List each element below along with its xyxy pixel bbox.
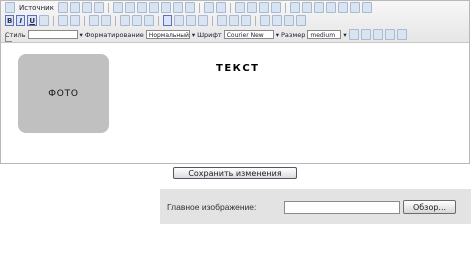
- paste-icon[interactable]: [136, 2, 147, 13]
- editor-toolbar: Источник B I U Стиль ▾ Форматирование Но…: [1, 1, 469, 43]
- button-field-icon[interactable]: [361, 2, 372, 13]
- separator: [255, 15, 257, 26]
- table-icon[interactable]: [272, 15, 283, 26]
- anchor-icon[interactable]: [241, 15, 252, 26]
- bg-color-icon[interactable]: [360, 29, 371, 40]
- strikethrough-icon[interactable]: [39, 15, 50, 26]
- radio-icon[interactable]: [313, 2, 324, 13]
- toolbar-row-2: B I U: [5, 14, 307, 27]
- main-image-file-input[interactable]: [284, 201, 400, 214]
- blockquote-icon[interactable]: [144, 15, 155, 26]
- size-label: Размер: [281, 30, 306, 39]
- chevron-down-icon[interactable]: ▾: [192, 31, 195, 39]
- bulleted-list-icon[interactable]: [101, 15, 112, 26]
- redo-icon[interactable]: [215, 2, 226, 13]
- link-icon[interactable]: [217, 15, 228, 26]
- toolbar-row-3: Стиль ▾ Форматирование Нормальный ▾ Шриф…: [5, 28, 407, 41]
- unlink-icon[interactable]: [229, 15, 240, 26]
- save-doc-icon[interactable]: [57, 2, 68, 13]
- templates-icon[interactable]: [93, 2, 104, 13]
- align-left-icon[interactable]: [163, 15, 173, 26]
- numbered-list-icon[interactable]: [89, 15, 100, 26]
- separator: [158, 15, 160, 26]
- separator: [284, 2, 286, 13]
- separator: [212, 15, 214, 26]
- size-select[interactable]: medium: [307, 30, 342, 39]
- main-image-upload-bar: Главное изображение: Обзор...: [160, 189, 471, 224]
- photo-placeholder: ФОТО: [18, 54, 109, 133]
- font-select[interactable]: Courier New: [223, 30, 274, 39]
- separator: [229, 2, 231, 13]
- chevron-down-icon[interactable]: ▾: [343, 31, 346, 39]
- style-select[interactable]: [27, 30, 78, 39]
- replace-icon[interactable]: [246, 2, 257, 13]
- new-page-icon[interactable]: [69, 2, 80, 13]
- superscript-icon[interactable]: [70, 15, 81, 26]
- save-changes-button[interactable]: Сохранить изменения: [173, 167, 297, 179]
- chevron-down-icon[interactable]: ▾: [80, 31, 83, 39]
- spellcheck-icon[interactable]: [184, 2, 195, 13]
- align-right-icon[interactable]: [186, 15, 197, 26]
- style-combo[interactable]: Стиль ▾: [5, 30, 83, 39]
- source-icon[interactable]: [5, 2, 15, 13]
- undo-icon[interactable]: [203, 2, 214, 13]
- find-icon[interactable]: [234, 2, 245, 13]
- textfield-icon[interactable]: [325, 2, 336, 13]
- toolbar-row-1: Источник: [5, 1, 372, 14]
- maximize-icon[interactable]: [372, 29, 383, 40]
- align-center-icon[interactable]: [174, 15, 185, 26]
- preview-icon[interactable]: [81, 2, 92, 13]
- cut-icon[interactable]: [112, 2, 123, 13]
- format-combo[interactable]: Форматирование Нормальный ▾: [85, 30, 195, 39]
- textarea-icon[interactable]: [337, 2, 348, 13]
- select-all-icon[interactable]: [258, 2, 269, 13]
- separator: [53, 15, 55, 26]
- remove-format-icon[interactable]: [270, 2, 281, 13]
- align-justify-icon[interactable]: [198, 15, 209, 26]
- font-label: Шрифт: [197, 30, 222, 39]
- image-icon[interactable]: [260, 15, 271, 26]
- subscript-icon[interactable]: [58, 15, 69, 26]
- indent-icon[interactable]: [132, 15, 143, 26]
- form-icon[interactable]: [289, 2, 300, 13]
- outdent-icon[interactable]: [120, 15, 131, 26]
- browse-button[interactable]: Обзор...: [403, 200, 456, 214]
- chevron-down-icon[interactable]: ▾: [276, 31, 279, 39]
- source-button[interactable]: Источник: [17, 2, 56, 13]
- format-label: Форматирование: [84, 30, 144, 39]
- paste-text-icon[interactable]: [148, 2, 159, 13]
- font-combo[interactable]: Шрифт Courier New ▾: [197, 30, 279, 39]
- select-field-icon[interactable]: [349, 2, 360, 13]
- paste-word-icon[interactable]: [160, 2, 171, 13]
- separator: [84, 15, 86, 26]
- size-combo[interactable]: Размер medium ▾: [281, 30, 347, 39]
- collapse-toolbar-icon[interactable]: [5, 35, 12, 42]
- photo-label: ФОТО: [48, 88, 79, 99]
- copy-icon[interactable]: [124, 2, 135, 13]
- text-color-icon[interactable]: [348, 29, 359, 40]
- print-icon[interactable]: [172, 2, 183, 13]
- special-char-icon[interactable]: [296, 15, 307, 26]
- help-icon[interactable]: [396, 29, 407, 40]
- smiley-icon[interactable]: [284, 15, 295, 26]
- content-heading: ТЕКСТ: [216, 63, 260, 74]
- separator: [198, 2, 200, 13]
- separator: [107, 2, 109, 13]
- separator: [115, 15, 117, 26]
- underline-button[interactable]: U: [27, 15, 38, 26]
- bold-button[interactable]: B: [5, 15, 15, 26]
- italic-button[interactable]: I: [16, 15, 26, 26]
- show-blocks-icon[interactable]: [384, 29, 395, 40]
- main-image-label: Главное изображение:: [167, 202, 257, 212]
- format-select[interactable]: Нормальный: [145, 30, 190, 39]
- checkbox-icon[interactable]: [301, 2, 312, 13]
